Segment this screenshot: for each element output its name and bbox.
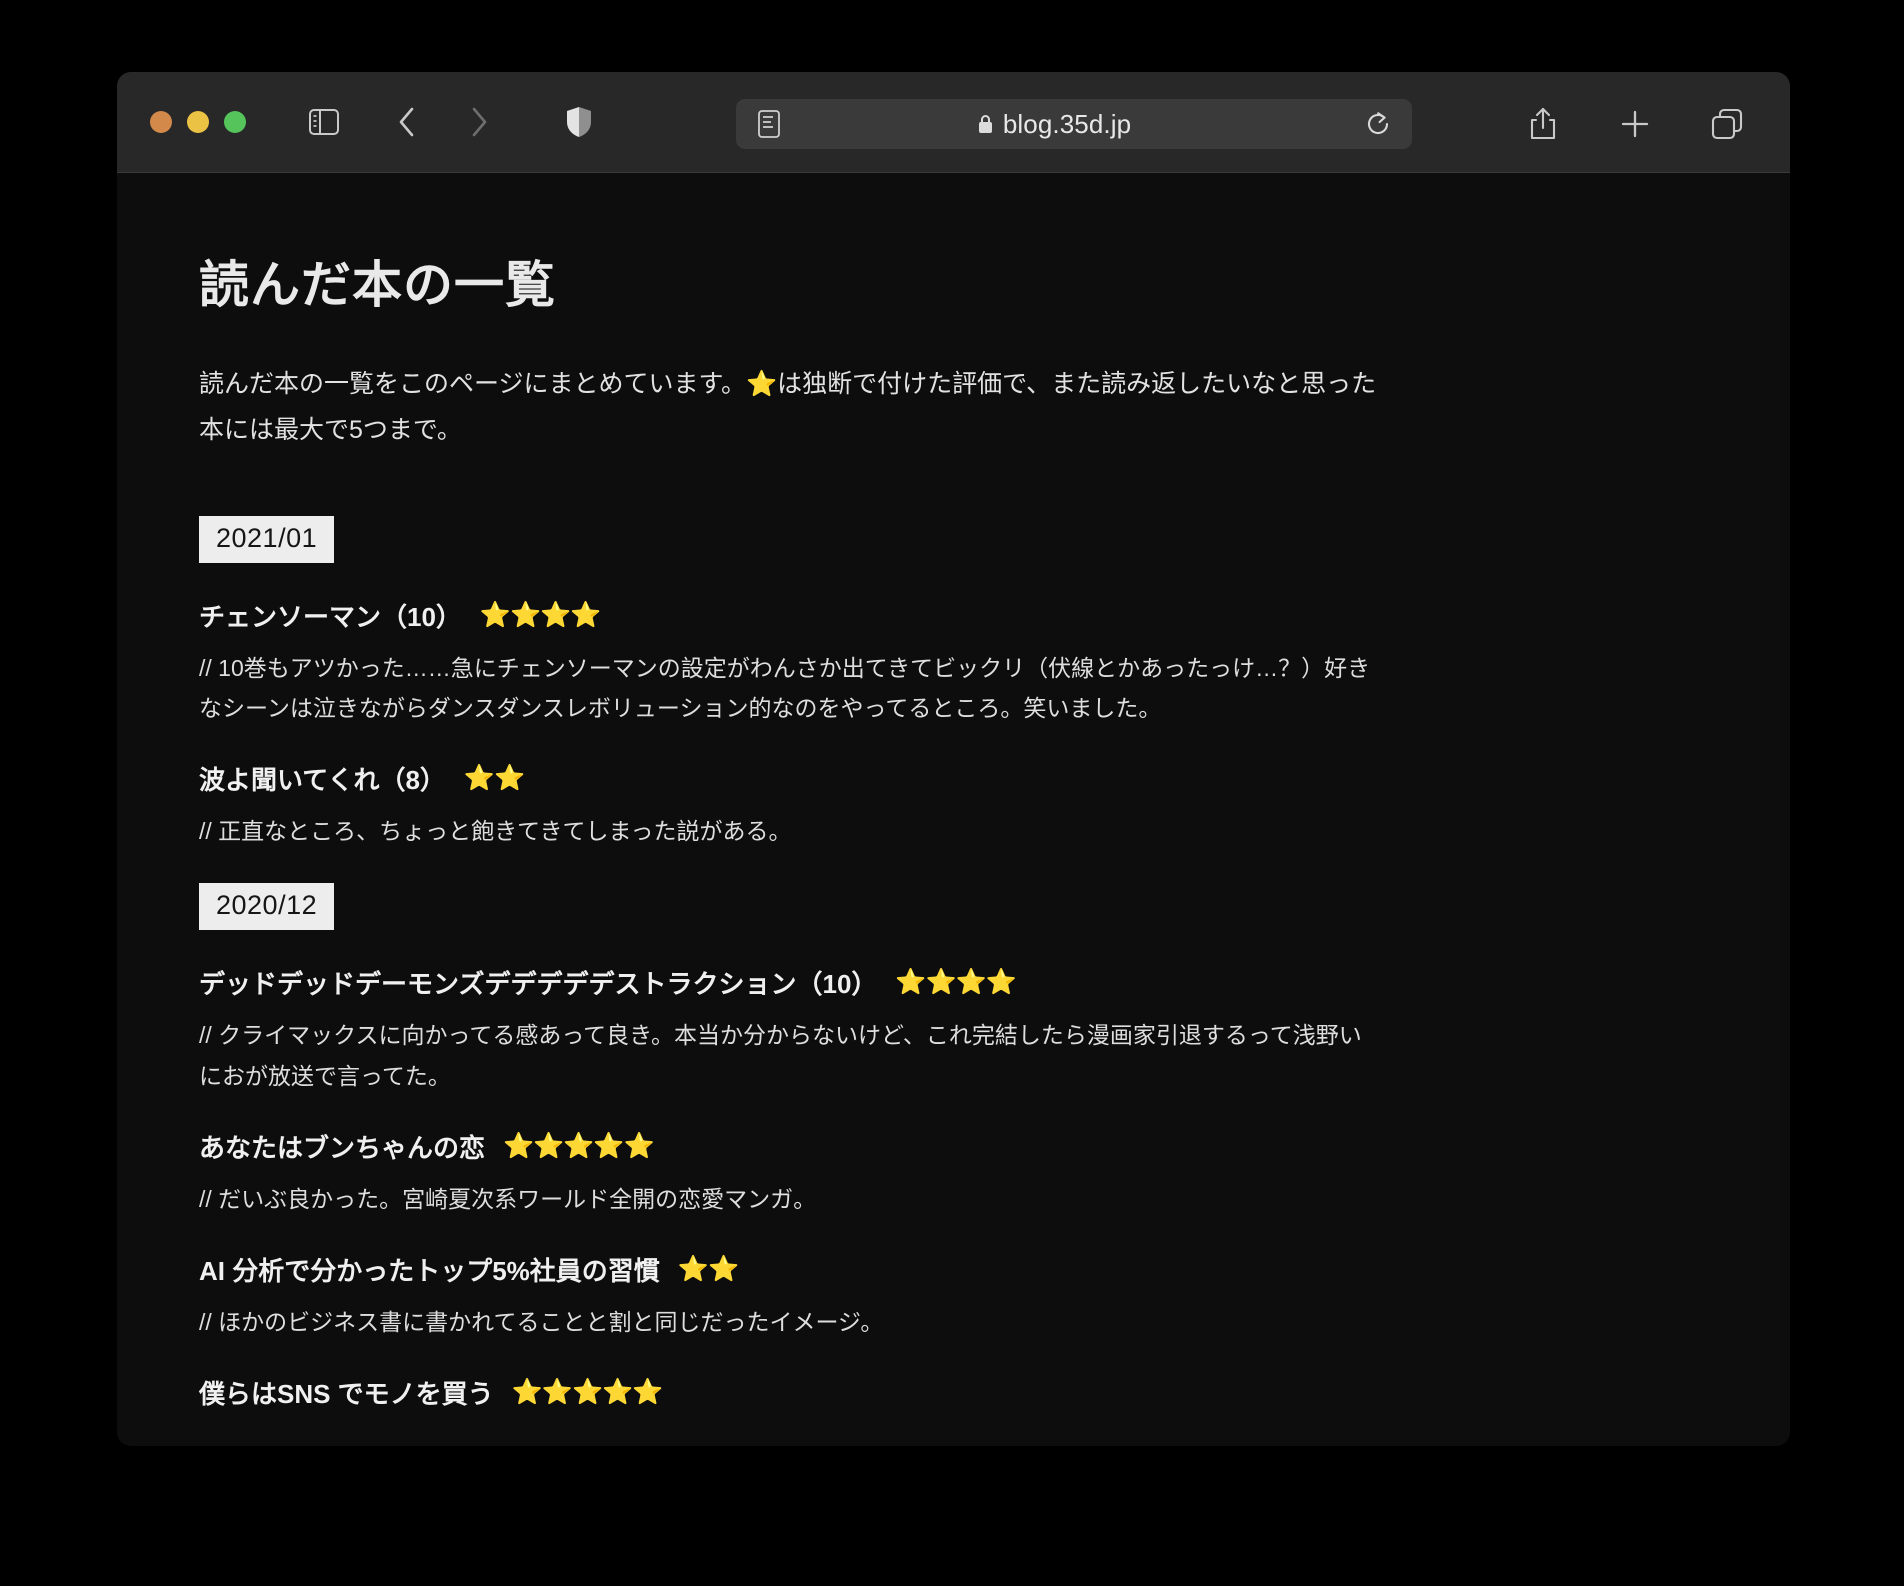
date-badge: 2020/12 [199,883,335,931]
back-arrow-icon[interactable] [384,99,430,145]
page-viewport: 読んだ本の一覧 読んだ本の一覧をこのページにまとめています。⭐️は独断で付けた評… [117,173,1790,1445]
book-entry: 僕らはSNS でモノを買う ⭐️⭐️⭐️⭐️⭐️ [199,1374,1617,1411]
book-title: 僕らはSNS でモノを買う ⭐️⭐️⭐️⭐️⭐️ [199,1374,1617,1411]
browser-window: blog.35d.jp 読んだ本の一覧 読んだ本の一覧をこのページにまとめていま… [117,72,1790,1446]
book-title: 波よ聞いてくれ（8） ⭐️⭐️ [199,760,1617,797]
toolbar-right-group [1520,99,1750,149]
book-entry: あなたはブンちゃんの恋 ⭐️⭐️⭐️⭐️⭐️ // だいぶ良かった。宮崎夏次系ワール… [199,1128,1617,1219]
traffic-lights [150,111,246,133]
book-title-text: チェンソーマン（10） [199,601,462,632]
privacy-shield-icon[interactable] [556,99,602,145]
date-badge: 2021/01 [199,515,335,563]
url-text: blog.35d.jp [1002,108,1132,139]
book-title: あなたはブンちゃんの恋 ⭐️⭐️⭐️⭐️⭐️ [199,1128,1617,1165]
book-title-text: デッドデッドデーモンズデデデデデストラクション（10） [199,969,878,1000]
book-note: // 10巻もアツかった……急にチェンソーマンの設定がわんさか出てきてビックリ（… [199,654,1371,721]
book-title: AI 分析で分かったトップ5%社員の習慣 ⭐️⭐️ [199,1251,1617,1288]
minimize-window-button[interactable] [187,111,209,133]
close-window-button[interactable] [150,111,172,133]
star-rating: ⭐️⭐️ [463,764,525,792]
book-entry: チェンソーマン（10） ⭐️⭐️⭐️⭐️ // 10巻もアツかった……急にチェンソー… [199,597,1617,729]
book-title: チェンソーマン（10） ⭐️⭐️⭐️⭐️ [199,597,1617,634]
book-entry: 波よ聞いてくれ（8） ⭐️⭐️ // 正直なところ、ちょっと飽きてきてしまった説があ… [199,760,1617,851]
star-rating: ⭐️⭐️ [677,1255,739,1283]
book-note: // ほかのビジネス書に書かれてることと割と同じだったイメージ。 [199,1309,884,1335]
article-content: 読んだ本の一覧 読んだ本の一覧をこのページにまとめています。⭐️は独断で付けた評… [117,173,1617,1411]
star-rating: ⭐️⭐️⭐️⭐️ [479,600,602,629]
book-sections: 2021/01 チェンソーマン（10） ⭐️⭐️⭐️⭐️// 10巻もアツかった……… [199,515,1617,1412]
book-title-text: 波よ聞いてくれ（8） [199,765,446,795]
book-title-text: 僕らはSNS でモノを買う [199,1379,494,1410]
book-section: 2021/01 チェンソーマン（10） ⭐️⭐️⭐️⭐️ // 10巻もアツかった……… [199,515,1617,852]
book-note: // 正直なところ、ちょっと飽きてきてしまった説がある。 [199,818,792,844]
url-display[interactable]: blog.35d.jp [750,109,1358,140]
book-title-text: AI 分析で分かったトップ5%社員の習慣 [199,1256,660,1286]
lock-icon [977,113,994,135]
browser-toolbar: blog.35d.jp [117,72,1790,173]
book-title: デッドデッドデーモンズデデデデデストラクション（10） ⭐️⭐️⭐️⭐️ [199,964,1617,1001]
star-rating: ⭐️⭐️⭐️⭐️⭐️ [503,1131,655,1160]
page-title: 読んだ本の一覧 [199,257,556,313]
sidebar-toggle-icon[interactable] [301,99,347,145]
book-note: // クライマックスに向かってる感あって良き。本当か分からないけど、これ完結した… [199,1022,1362,1089]
share-icon[interactable] [1520,101,1566,147]
plus-icon[interactable] [1612,101,1658,147]
forward-arrow-icon[interactable] [456,99,502,145]
star-rating: ⭐️⭐️⭐️⭐️ [895,968,1017,997]
reload-icon[interactable] [1358,104,1398,144]
address-bar[interactable]: blog.35d.jp [736,99,1412,149]
book-note: // だいぶ良かった。宮崎夏次系ワールド全開の恋愛マンガ。 [199,1185,817,1212]
book-section: 2020/12 デッドデッドデーモンズデデデデデストラクション（10） ⭐️⭐️⭐️… [199,883,1617,1411]
tab-overview-icon[interactable] [1704,101,1750,147]
book-entry: デッドデッドデーモンズデデデデデストラクション（10） ⭐️⭐️⭐️⭐️ // クラ… [199,964,1617,1096]
book-title-text: あなたはブンちゃんの恋 [199,1132,486,1163]
intro-paragraph: 読んだ本の一覧をこのページにまとめています。⭐️は独断で付けた評価で、また読み返… [199,370,1377,445]
star-rating: ⭐️⭐️⭐️⭐️⭐️ [511,1378,664,1407]
zoom-window-button[interactable] [224,111,246,133]
book-entry: AI 分析で分かったトップ5%社員の習慣 ⭐️⭐️ // ほかのビジネス書に書かれて… [199,1251,1617,1342]
